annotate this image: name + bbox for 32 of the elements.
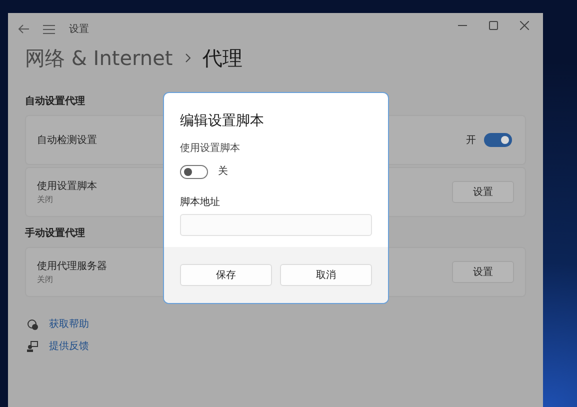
settings-button[interactable]: 设置 (452, 181, 514, 203)
field-label: 脚本地址 (180, 196, 221, 210)
toggle-state: 关 (218, 164, 228, 179)
dialog-button[interactable]: 保存 (180, 264, 272, 286)
dialog-title: 编辑设置脚本 (180, 112, 265, 131)
section-heading: 手动设置代理 (25, 226, 85, 241)
chevron-right-icon (184, 53, 191, 63)
section-heading: 自动设置代理 (25, 94, 85, 109)
setting-status: 关闭 (37, 274, 53, 286)
toggle-switch[interactable] (484, 133, 512, 147)
close-icon[interactable] (520, 20, 529, 30)
breadcrumb-item: 代理 (202, 48, 243, 68)
settings-button[interactable]: 设置 (452, 261, 514, 283)
back-arrow-icon[interactable] (18, 24, 29, 34)
help-link[interactable]: 提供反馈 (49, 339, 89, 354)
minimize-icon[interactable] (458, 24, 467, 26)
toggle-state: 开 (466, 134, 476, 148)
menu-icon[interactable] (43, 24, 55, 34)
help-icon (27, 319, 38, 330)
breadcrumb-item[interactable]: 网络 & Internet (25, 48, 173, 68)
help-link[interactable]: 获取帮助 (49, 317, 89, 332)
setting-title: 自动检测设置 (37, 134, 97, 148)
window-title: 设置 (69, 22, 89, 36)
setting-status: 关闭 (37, 194, 53, 206)
setting-title: 使用代理服务器 (37, 260, 107, 274)
maximize-icon[interactable] (489, 20, 498, 30)
dialog-button[interactable]: 取消 (280, 264, 372, 286)
toggle-switch[interactable] (180, 164, 208, 178)
feedback-icon (27, 341, 38, 352)
toggle-label: 使用设置脚本 (180, 142, 241, 156)
script-address-field[interactable] (180, 214, 372, 236)
setting-title: 使用设置脚本 (37, 180, 97, 194)
